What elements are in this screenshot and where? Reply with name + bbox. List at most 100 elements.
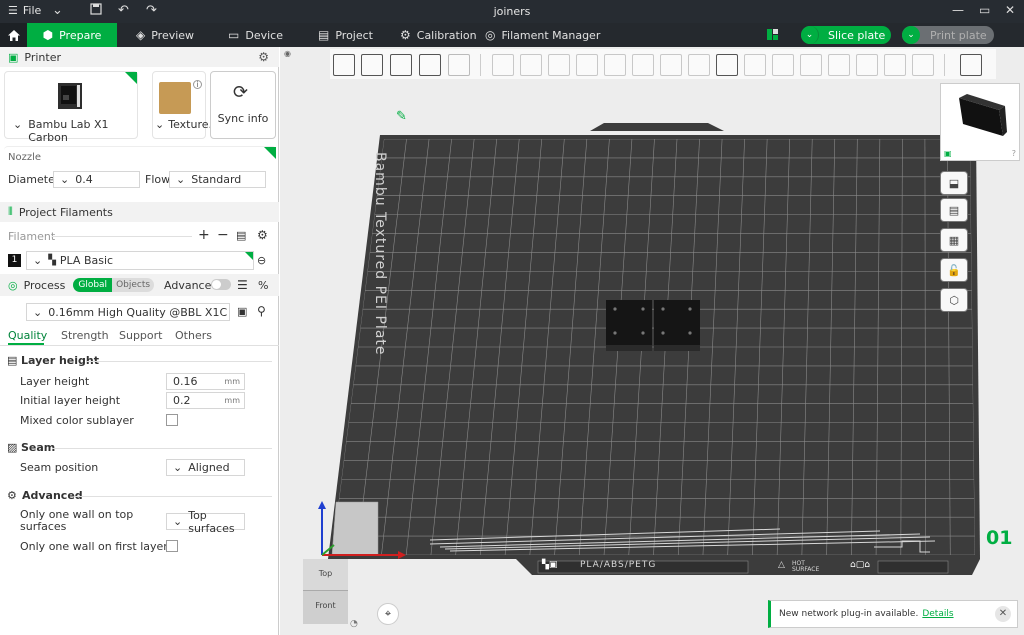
- filament-settings-icon[interactable]: ⚙: [257, 228, 268, 242]
- notification-details-link[interactable]: Details: [922, 609, 953, 619]
- list-icon[interactable]: ☰: [237, 278, 248, 292]
- flow-select[interactable]: ⌄ Standard: [169, 171, 266, 188]
- save-preset-icon[interactable]: ▣: [237, 305, 247, 318]
- sync-info-button[interactable]: ⟳ Sync info: [210, 71, 276, 139]
- advanced-group-icon: ⚙: [7, 489, 17, 502]
- tab-device[interactable]: ▭ Device: [228, 23, 283, 47]
- tab-quality[interactable]: Quality: [8, 329, 47, 342]
- process-header-label: Process: [23, 278, 66, 292]
- plate-number[interactable]: 01: [986, 527, 1012, 549]
- view-top-button[interactable]: ⬓: [940, 171, 968, 195]
- chevron-down-icon: ⌄: [33, 305, 43, 319]
- filament-icon: ⦀: [8, 205, 13, 218]
- tab-prepare-label: Prepare: [59, 28, 102, 42]
- layers-icon: ◈: [136, 28, 146, 42]
- arrange-view-icon: ▦: [948, 233, 960, 247]
- printer-header-label: Printer: [24, 50, 61, 64]
- rotate-view-icon[interactable]: ◔: [350, 619, 358, 629]
- chevron-down-icon: ⌄: [173, 515, 183, 528]
- filament-sync-icon[interactable]: ▤: [236, 229, 246, 242]
- close-window-icon[interactable]: ✕: [1005, 3, 1015, 17]
- print-plate-label: Print plate: [930, 28, 987, 42]
- tab-filament-manager[interactable]: ◎ Filament Manager: [485, 23, 600, 47]
- tab-support[interactable]: Support: [119, 329, 162, 342]
- printer-select[interactable]: ⌄ Bambu Lab X1 Carbon: [13, 118, 137, 144]
- layer-group-divider: [86, 361, 272, 362]
- bed-material-label: PLA/ABS/PETG: [580, 560, 657, 570]
- tab-calibration[interactable]: ⚙ Calibration: [400, 23, 477, 47]
- fit-view-button[interactable]: ⌖: [377, 603, 399, 625]
- slice-dropdown-icon[interactable]: ⌄: [801, 26, 819, 44]
- mixed-color-sublayer-label: Mixed color sublayer: [20, 414, 134, 427]
- seam-group-divider: [52, 448, 272, 449]
- filament-select[interactable]: ⌄ ▚ PLA Basic: [26, 251, 254, 270]
- initial-layer-height-unit: mm: [224, 396, 240, 405]
- printer-card[interactable]: ⌄ Bambu Lab X1 Carbon: [4, 71, 138, 144]
- process-preset-select[interactable]: ⌄ 0.16mm High Quality @BBL X1C: [26, 303, 230, 321]
- orientation-cube[interactable]: Top Front: [303, 559, 348, 624]
- seam-position-select[interactable]: ⌄ Aligned: [166, 459, 245, 476]
- tab-strength[interactable]: Strength: [61, 329, 109, 342]
- print-dropdown-icon[interactable]: ⌄: [902, 26, 920, 44]
- close-notification-icon[interactable]: ✕: [995, 606, 1011, 622]
- plate-card[interactable]: i ⌄ Texture...: [152, 71, 219, 139]
- tab-device-label: Device: [245, 28, 283, 42]
- hot-surface-label: HOT SURFACE: [792, 560, 820, 573]
- object-preview[interactable]: ▣ ?: [940, 83, 1020, 161]
- tab-preview[interactable]: ◈ Preview: [136, 23, 194, 47]
- sync-info-label: Sync info: [217, 112, 269, 125]
- bed-plate-label: Bambu Textured PEI Plate: [372, 152, 388, 356]
- one-wall-first-layer-checkbox[interactable]: [166, 540, 178, 552]
- arrange-view-button[interactable]: ▦: [940, 228, 968, 252]
- printer-settings-icon[interactable]: ⚙: [258, 50, 269, 64]
- tab-others[interactable]: Others: [175, 329, 212, 342]
- toggle-global[interactable]: Global: [73, 278, 113, 292]
- tab-preview-label: Preview: [151, 28, 195, 42]
- document-icon: ▤: [318, 28, 330, 42]
- settings-sidebar: ▣ Printer ⚙ ⌄ Bambu Lab X1 Carbon i ⌄ Te…: [0, 47, 279, 635]
- plate-type-button[interactable]: ⬡: [940, 288, 968, 312]
- seam-group-icon: ▨: [7, 441, 18, 454]
- cube-icon: ⬢: [42, 28, 54, 42]
- 3d-viewport[interactable]: ◉ ✎ Bambu Textured PEI Plate ▚▣ PLA/ABS/…: [280, 47, 1024, 635]
- maximize-icon[interactable]: ▭: [979, 3, 990, 17]
- layer-height-input[interactable]: 0.16 mm: [166, 373, 245, 390]
- help-icon[interactable]: ?: [1012, 149, 1016, 158]
- initial-layer-height-input[interactable]: 0.2 mm: [166, 392, 245, 409]
- one-wall-top-select[interactable]: ⌄ Top surfaces: [166, 509, 245, 535]
- advanced-toggle[interactable]: [211, 279, 231, 290]
- search-icon[interactable]: ⚲: [257, 304, 266, 318]
- filament-divider: [52, 236, 192, 237]
- slice-plate-button[interactable]: ⌄ Slice plate: [801, 26, 891, 44]
- add-filament-icon[interactable]: +: [198, 227, 210, 243]
- filament-more-icon[interactable]: ⊖: [257, 254, 266, 267]
- diameter-select[interactable]: ⌄ 0.4: [53, 171, 140, 188]
- spool-icon: ◎: [485, 28, 496, 42]
- chevron-down-icon: ⌄: [173, 461, 183, 474]
- tab-prepare[interactable]: ⬢ Prepare: [27, 23, 117, 47]
- toggle-objects[interactable]: Objects: [112, 278, 155, 292]
- process-scope-toggle[interactable]: Global Objects: [73, 278, 155, 292]
- sync-icon: ⟳: [233, 82, 249, 103]
- info-icon[interactable]: i: [193, 80, 202, 89]
- plugin-notification: New network plug-in available. Details ✕: [768, 600, 1018, 628]
- printer-name: Bambu Lab X1 Carbon: [28, 118, 109, 144]
- compare-icon[interactable]: %: [258, 279, 268, 292]
- layers-view-button[interactable]: ▤: [940, 198, 968, 222]
- tab-project-label: Project: [335, 28, 373, 42]
- print-plate-button[interactable]: ⌄ Print plate: [902, 26, 994, 44]
- minimize-icon[interactable]: —: [952, 3, 964, 17]
- plate-actions-icon[interactable]: ⌂▢⌂: [850, 560, 870, 570]
- chevron-down-icon: ⌄: [176, 173, 186, 186]
- nozzle-label: Nozzle: [8, 152, 42, 163]
- seam-position-label: Seam position: [20, 461, 99, 474]
- remove-filament-icon[interactable]: −: [217, 227, 229, 243]
- plate-overview-icon[interactable]: [766, 28, 779, 44]
- mixed-color-sublayer-checkbox[interactable]: [166, 414, 178, 426]
- filament-name: PLA Basic: [59, 254, 114, 267]
- lock-button[interactable]: 🔓: [940, 258, 968, 282]
- tab-project[interactable]: ▤ Project: [318, 23, 373, 47]
- process-preset-name: 0.16mm High Quality @BBL X1C: [48, 305, 228, 319]
- nozzle-card-corner: [264, 147, 276, 159]
- home-button[interactable]: [0, 23, 27, 47]
